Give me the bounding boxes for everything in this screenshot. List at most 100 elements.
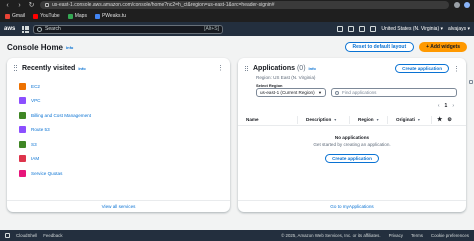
back-icon[interactable]: ‹: [4, 2, 11, 9]
region-select[interactable]: us-east-1 (Current Region) ▼: [256, 88, 326, 97]
service-icon: [19, 140, 26, 148]
profile-icon[interactable]: [464, 2, 470, 8]
extensions-icon[interactable]: [454, 2, 460, 8]
favorite-star-icon[interactable]: ★: [432, 116, 442, 123]
region-selector[interactable]: United States (N. Virginia) ▾: [381, 26, 443, 32]
cloudshell-icon[interactable]: [337, 26, 344, 32]
widget-info-link[interactable]: Info: [78, 66, 85, 71]
service-label: Billing and Cost Management: [31, 112, 92, 118]
youtube-icon: [33, 13, 39, 19]
page-info-link[interactable]: Info: [66, 45, 73, 50]
next-page-icon[interactable]: ›: [452, 103, 454, 109]
page-number[interactable]: 1: [445, 103, 448, 109]
service-icon: [19, 126, 26, 134]
copyright-text: © 2025, Amazon Web Services, Inc. or its…: [281, 233, 381, 238]
service-link[interactable]: EC2: [19, 79, 230, 94]
recently-visited-widget: Recently visited Info ⋮ EC2 VPC Billing an…: [7, 58, 230, 212]
settings-icon[interactable]: [370, 26, 377, 32]
service-label: IAM: [31, 156, 40, 162]
aws-top-navigation: aws Search [Alt+S] United States (N. Vir…: [0, 22, 474, 36]
bookmark-pweaks[interactable]: PWeaks.tu: [94, 13, 126, 19]
notifications-icon[interactable]: [348, 26, 355, 32]
services-menu-icon[interactable]: [22, 25, 29, 33]
service-link[interactable]: Service Quotas: [19, 166, 230, 181]
page-title: Console Home: [7, 42, 64, 52]
url-text: us-east-1.console.aws.amazon.com/console…: [52, 2, 275, 8]
sort-icon: ▾: [376, 117, 379, 122]
table-header: Name Description ▾ Region ▾ Originati ▾ ★ ⚙: [238, 114, 466, 126]
service-label: Service Quotas: [31, 170, 63, 176]
service-label: VPC: [31, 98, 41, 104]
bookmark-gmail[interactable]: Gmail: [5, 13, 25, 19]
panel-toggle-icon[interactable]: [469, 80, 473, 84]
sort-icon: ▾: [334, 117, 337, 122]
gmail-icon: [5, 13, 10, 19]
drag-handle-icon[interactable]: [14, 65, 18, 71]
search-icon: [335, 90, 339, 95]
account-menu[interactable]: alvajays ▾: [448, 26, 470, 32]
site-info-icon[interactable]: [45, 3, 49, 7]
search-input[interactable]: Search [Alt+S]: [33, 24, 223, 34]
service-icon: [19, 111, 26, 119]
widget-info-link[interactable]: Info: [309, 66, 316, 71]
service-icon: [19, 155, 26, 163]
go-to-myapplications-link[interactable]: Go to myApplications: [238, 200, 466, 212]
service-label: EC2: [31, 83, 40, 89]
bookmark-maps[interactable]: Maps: [67, 13, 87, 19]
service-icon: [19, 169, 26, 177]
empty-title: No applications: [334, 135, 370, 140]
service-link[interactable]: VPC: [19, 94, 230, 109]
browser-chrome: ‹ › ↻ us-east-1.console.aws.amazon.com/c…: [0, 0, 474, 22]
table-settings-icon[interactable]: ⚙: [442, 117, 451, 123]
service-link[interactable]: S3: [19, 137, 230, 152]
find-applications-input[interactable]: Find applications: [331, 88, 457, 97]
view-all-services-link[interactable]: View all services: [7, 200, 230, 212]
forward-icon[interactable]: ›: [16, 2, 23, 9]
create-application-button[interactable]: Create application: [395, 64, 449, 73]
aws-logo[interactable]: aws: [4, 26, 18, 32]
pagination: ‹ 1 ›: [238, 97, 466, 109]
reload-icon[interactable]: ↻: [28, 2, 35, 9]
privacy-link[interactable]: Privacy: [389, 233, 403, 238]
region-text: Region: US East (N. Virginia): [256, 75, 316, 80]
empty-state: No applications Get started by creating …: [238, 126, 466, 165]
column-origination[interactable]: Originati ▾: [388, 115, 432, 124]
drag-handle-icon[interactable]: [245, 65, 249, 72]
widget-actions-icon[interactable]: ⋮: [217, 64, 224, 72]
bookmark-youtube[interactable]: YouTube: [33, 13, 60, 19]
terms-link[interactable]: Terms: [411, 233, 423, 238]
cloudshell-link[interactable]: CloudShell: [16, 233, 37, 238]
widget-title: Applications (0): [253, 65, 306, 72]
sort-icon: ▾: [417, 117, 420, 122]
search-icon: [37, 26, 42, 32]
column-name[interactable]: Name: [238, 115, 298, 124]
add-widgets-button[interactable]: + Add widgets: [419, 42, 467, 52]
widget-actions-icon[interactable]: ⋮: [453, 65, 460, 73]
caret-down-icon: ▼: [318, 90, 322, 95]
cloudshell-footer-icon: [5, 233, 10, 238]
column-region[interactable]: Region ▾: [350, 115, 388, 124]
address-bar[interactable]: us-east-1.console.aws.amazon.com/console…: [40, 1, 449, 9]
service-icon: [19, 82, 26, 90]
service-link[interactable]: Route 53: [19, 123, 230, 138]
column-description[interactable]: Description ▾: [298, 115, 350, 124]
cookie-preferences-link[interactable]: Cookie preferences: [431, 233, 469, 238]
service-link[interactable]: Billing and Cost Management: [19, 108, 230, 123]
feedback-link[interactable]: Feedback: [43, 233, 62, 238]
empty-create-application-button[interactable]: Create application: [325, 154, 379, 163]
service-label: Route 53: [31, 127, 50, 133]
service-link[interactable]: IAM: [19, 152, 230, 167]
bookmark-site-icon: [94, 13, 100, 19]
reset-layout-button[interactable]: Reset to default layout: [344, 42, 415, 52]
service-label: S3: [31, 141, 37, 147]
help-icon[interactable]: [359, 26, 366, 32]
prev-page-icon[interactable]: ‹: [438, 103, 440, 109]
bookmarks-bar: Gmail YouTube Maps PWeaks.tu: [0, 10, 474, 22]
console-footer: CloudShell Feedback © 2025, Amazon Web S…: [0, 230, 474, 241]
applications-widget: Applications (0) Info Create application…: [238, 58, 466, 212]
empty-subtitle: Get started by creating an application.: [313, 142, 391, 147]
maps-icon: [67, 13, 73, 19]
service-icon: [19, 97, 26, 105]
console-home-content: Console Home Info Reset to default layou…: [0, 36, 474, 230]
widget-title: Recently visited: [22, 64, 76, 72]
